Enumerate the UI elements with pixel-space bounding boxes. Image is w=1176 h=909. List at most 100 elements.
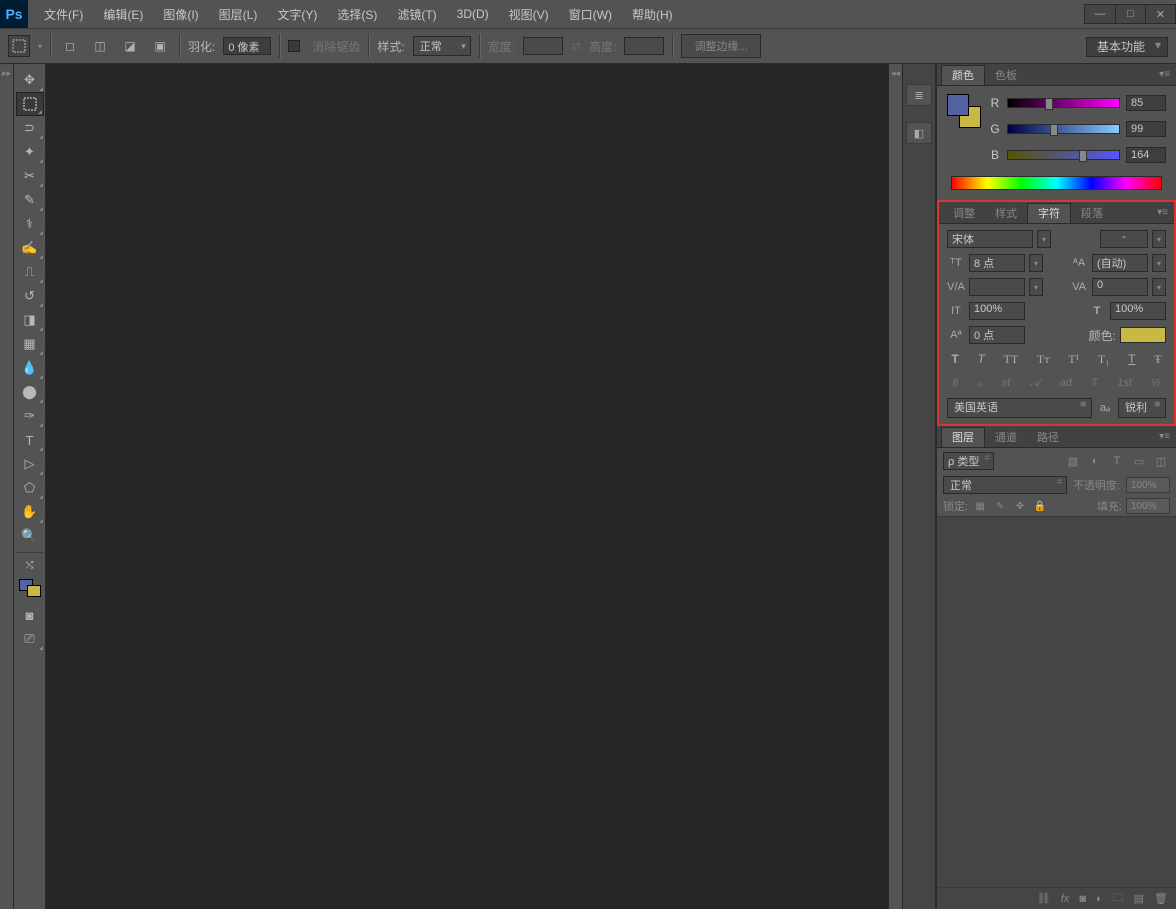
allcaps-button[interactable]: TT bbox=[1004, 352, 1019, 367]
ordinals-icon[interactable]: T bbox=[1091, 377, 1098, 390]
color-swatches[interactable] bbox=[16, 573, 44, 603]
gradient-tool[interactable]: ▦ bbox=[16, 332, 44, 356]
font-family-dropdown[interactable]: ▾ bbox=[1037, 230, 1051, 248]
selection-add-icon[interactable]: ◫ bbox=[89, 35, 111, 57]
fill-input[interactable]: 100% bbox=[1126, 498, 1170, 514]
hscale-input[interactable]: 100% bbox=[1110, 302, 1166, 320]
leading-dropdown[interactable]: ▾ bbox=[1152, 254, 1166, 272]
font-size-dropdown[interactable]: ▾ bbox=[1029, 254, 1043, 272]
crop-tool[interactable]: ✂ bbox=[16, 164, 44, 188]
link-layers-icon[interactable]: ⛓ bbox=[1037, 892, 1051, 905]
superscript-button[interactable]: T¹ bbox=[1068, 352, 1079, 367]
panel-menu-icon[interactable]: ▾≡ bbox=[1157, 207, 1168, 218]
tab-paragraph[interactable]: 段落 bbox=[1071, 203, 1113, 223]
lock-transparent-icon[interactable]: ▦ bbox=[972, 498, 988, 514]
toolbox-collapse[interactable]: ▸▸ bbox=[0, 64, 14, 909]
tab-color[interactable]: 颜色 bbox=[941, 65, 985, 85]
hand-tool[interactable]: ✋ bbox=[16, 500, 44, 524]
maximize-button[interactable]: □ bbox=[1115, 5, 1145, 23]
tab-layers[interactable]: 图层 bbox=[941, 427, 985, 447]
eyedropper-tool[interactable]: ✎ bbox=[16, 188, 44, 212]
layer-mask-icon[interactable]: ◙ bbox=[1079, 893, 1086, 905]
healing-tool[interactable]: ⚕ bbox=[16, 212, 44, 236]
feather-input[interactable]: 0 像素 bbox=[223, 37, 271, 55]
filter-smart-icon[interactable]: ◫ bbox=[1152, 453, 1170, 469]
fractions-icon[interactable]: 1st bbox=[1117, 377, 1132, 390]
subscript-button[interactable]: T₁ bbox=[1098, 352, 1110, 367]
type-tool[interactable]: T bbox=[16, 428, 44, 452]
menu-window[interactable]: 窗口(W) bbox=[559, 0, 622, 28]
filter-type-icon[interactable]: T bbox=[1108, 453, 1126, 469]
canvas-area[interactable] bbox=[46, 64, 888, 909]
tab-paths[interactable]: 路径 bbox=[1027, 427, 1069, 447]
menu-file[interactable]: 文件(F) bbox=[34, 0, 93, 28]
menu-layer[interactable]: 图层(L) bbox=[209, 0, 268, 28]
smallcaps-button[interactable]: Tᴛ bbox=[1037, 352, 1050, 367]
filter-kind-select[interactable]: ρ 类型 bbox=[943, 452, 994, 470]
tracking-input[interactable]: 0 bbox=[1092, 278, 1148, 296]
dodge-tool[interactable]: ⬤ bbox=[16, 380, 44, 404]
group-icon[interactable]: 🗀 bbox=[1113, 889, 1124, 908]
selection-new-icon[interactable]: ◻ bbox=[59, 35, 81, 57]
language-select[interactable]: 美国英语 bbox=[947, 398, 1092, 418]
halfwidths-icon[interactable]: ½ bbox=[1151, 377, 1160, 390]
tab-swatches[interactable]: 色板 bbox=[985, 65, 1027, 85]
menu-3d[interactable]: 3D(D) bbox=[447, 0, 499, 28]
g-value[interactable]: 99 bbox=[1126, 121, 1166, 137]
blur-tool[interactable]: 💧 bbox=[16, 356, 44, 380]
selection-subtract-icon[interactable]: ◪ bbox=[119, 35, 141, 57]
menu-type[interactable]: 文字(Y) bbox=[267, 0, 327, 28]
contextual-icon[interactable]: ℴ bbox=[977, 377, 982, 390]
underline-button[interactable]: T bbox=[1128, 352, 1135, 367]
filter-shape-icon[interactable]: ▭ bbox=[1130, 453, 1148, 469]
font-style-select[interactable]: - bbox=[1100, 230, 1148, 248]
current-tool-preset[interactable] bbox=[8, 35, 30, 57]
font-family-select[interactable]: 宋体 bbox=[947, 230, 1033, 248]
swash-icon[interactable]: 𝒜 bbox=[1030, 377, 1040, 390]
delete-layer-icon[interactable]: 🗑 bbox=[1154, 892, 1168, 905]
leading-input[interactable]: (自动) bbox=[1092, 254, 1148, 272]
minimize-button[interactable]: — bbox=[1085, 5, 1115, 23]
new-layer-icon[interactable]: ▤ bbox=[1134, 892, 1144, 905]
filter-pixel-icon[interactable]: ▧ bbox=[1064, 453, 1082, 469]
dock-collapse[interactable]: ◂◂ bbox=[888, 64, 902, 909]
zoom-tool[interactable]: 🔍 bbox=[16, 524, 44, 548]
selection-intersect-icon[interactable]: ▣ bbox=[149, 35, 171, 57]
menu-edit[interactable]: 编辑(E) bbox=[93, 0, 153, 28]
menu-select[interactable]: 选择(S) bbox=[327, 0, 387, 28]
tab-styles[interactable]: 样式 bbox=[985, 203, 1027, 223]
layer-list[interactable] bbox=[937, 517, 1176, 887]
swap-colors-icon[interactable]: ⤭ bbox=[16, 557, 44, 573]
menu-image[interactable]: 图像(I) bbox=[153, 0, 208, 28]
italic-button[interactable]: T bbox=[977, 352, 984, 367]
bold-button[interactable]: T bbox=[951, 352, 958, 367]
path-select-tool[interactable]: ▷ bbox=[16, 452, 44, 476]
ligatures-icon[interactable]: fi bbox=[953, 377, 959, 390]
close-button[interactable]: ✕ bbox=[1145, 5, 1175, 23]
refine-edge-button[interactable]: 调整边缘... bbox=[681, 34, 760, 58]
stamp-tool[interactable]: ⎍ bbox=[16, 260, 44, 284]
shape-tool[interactable]: ⬠ bbox=[16, 476, 44, 500]
history-panel-icon[interactable]: ≣ bbox=[906, 84, 932, 106]
panel-menu-icon[interactable]: ▾≡ bbox=[1159, 431, 1170, 442]
eraser-tool[interactable]: ◨ bbox=[16, 308, 44, 332]
titling-icon[interactable]: ad bbox=[1059, 377, 1071, 390]
b-slider[interactable] bbox=[1007, 150, 1120, 160]
kerning-input[interactable] bbox=[969, 278, 1025, 296]
hue-strip[interactable] bbox=[951, 176, 1162, 190]
panel-menu-icon[interactable]: ▾≡ bbox=[1159, 69, 1170, 80]
pen-tool[interactable]: ✑ bbox=[16, 404, 44, 428]
marquee-tool[interactable] bbox=[16, 92, 44, 116]
move-tool[interactable]: ✥ bbox=[16, 68, 44, 92]
lock-pixels-icon[interactable]: ✎ bbox=[992, 498, 1008, 514]
lock-all-icon[interactable]: 🔒 bbox=[1032, 498, 1048, 514]
tab-character[interactable]: 字符 bbox=[1027, 203, 1071, 223]
properties-panel-icon[interactable]: ◧ bbox=[906, 122, 932, 144]
menu-view[interactable]: 视图(V) bbox=[499, 0, 559, 28]
baseline-input[interactable]: 0 点 bbox=[969, 326, 1025, 344]
r-slider[interactable] bbox=[1007, 98, 1120, 108]
lock-position-icon[interactable]: ✥ bbox=[1012, 498, 1028, 514]
stylistic-icon[interactable]: st bbox=[1002, 377, 1011, 390]
text-color-swatch[interactable] bbox=[1120, 327, 1166, 343]
wand-tool[interactable]: ✦ bbox=[16, 140, 44, 164]
